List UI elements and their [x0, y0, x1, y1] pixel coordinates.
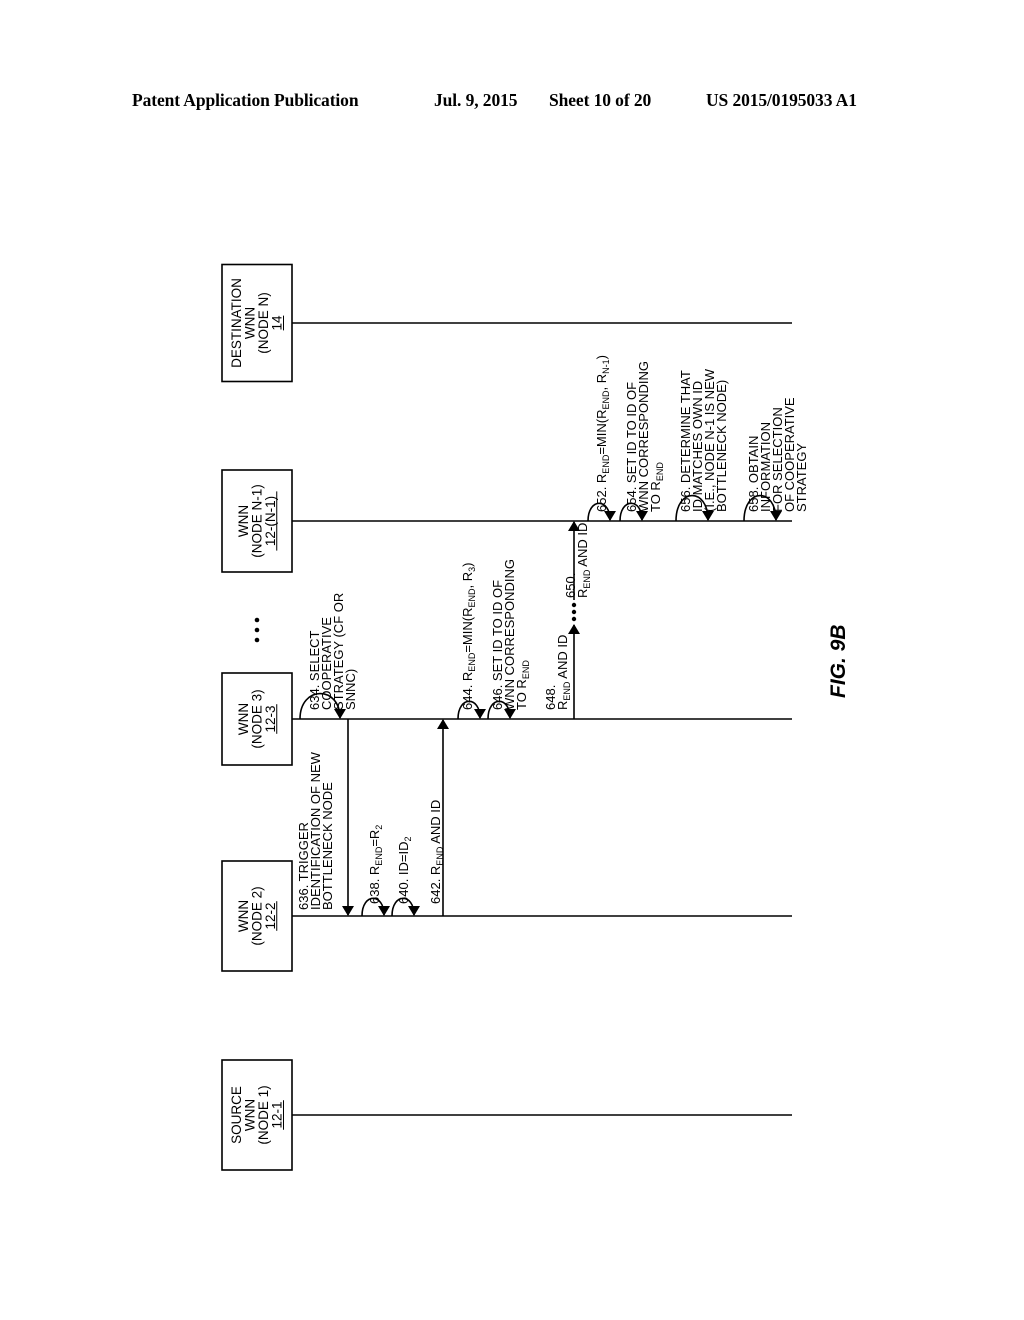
ellipsis-dot	[571, 609, 577, 615]
node-box-nodeN-1: WNN(NODE N-1)12-(N-1)	[221, 469, 293, 573]
step-label-line: BOTTLENECK NODE	[320, 782, 335, 910]
step-label: 634. SELECTCOOPERATIVESTRATEGY (CF ORSNN…	[307, 593, 358, 710]
step-label-line: 652. REND​=MIN(REND​, RN-1​)	[594, 355, 611, 512]
step-650: 650.REND​ AND ID	[563, 521, 592, 600]
step-label-line: 642. REND​ AND ID	[428, 800, 445, 904]
step-642: 642. REND​ AND ID	[428, 719, 449, 916]
step-634: 634. SELECTCOOPERATIVESTRATEGY (CF ORSNN…	[299, 593, 358, 720]
step-label-line: 640. ID=ID2​	[396, 836, 413, 904]
node-ellipsis-dot	[254, 637, 260, 643]
step-label: 648.REND​ AND ID	[543, 635, 572, 710]
step-648: 648.REND​ AND ID	[543, 624, 580, 719]
step-640: 640. ID=ID2​	[391, 836, 420, 917]
step-label-line: STRATEGY	[794, 443, 809, 512]
node-ref-number: 12-2	[263, 902, 278, 929]
node-ellipsis-dot	[254, 627, 260, 633]
step-label-line: SNNC)	[343, 669, 358, 710]
ellipsis-dot	[571, 616, 577, 622]
step-644: 644. REND​=MIN(REND​, R3​)	[457, 563, 486, 720]
step-label: 640. ID=ID2​	[396, 836, 413, 904]
node-ref-number: 14	[270, 315, 285, 331]
node-box-node2: WNN(NODE 2)12-2	[221, 860, 293, 972]
step-label: 644. REND​=MIN(REND​, R3​)	[460, 563, 477, 710]
step-label-line: BOTTLENECK NODE)	[714, 380, 729, 512]
steps: 634. SELECTCOOPERATIVESTRATEGY (CF ORSNN…	[296, 355, 809, 917]
step-636: 636. TRIGGERIDENTIFICATION OF NEWBOTTLEN…	[296, 719, 354, 916]
step-638: 638. REND​=R2​	[361, 825, 390, 917]
step-654: 654. SET ID TO ID OFWNN CORRESPONDINGTO …	[619, 361, 665, 522]
step-label: 650.REND​ AND ID	[563, 523, 592, 598]
step-label-line: 644. REND​=MIN(REND​, R3​)	[460, 563, 477, 710]
step-label: 658. OBTAININFORMATIONFOR SELECTIONOF CO…	[746, 397, 809, 512]
step-label-line: 638. REND​=R2​	[367, 825, 384, 904]
figure-label: FIG. 9B	[827, 624, 850, 698]
node-boxes: SOURCEWNN(NODE 1)12-1 WNN(NODE 2)12-2 WNN(…	[221, 263, 293, 1171]
node-ref-number: 12-3	[263, 705, 278, 732]
node-box-destination: DESTINATIONWNN(NODE N)14	[221, 263, 293, 383]
step-label: 656. DETERMINE THATID MATCHES OWN ID(I.E…	[678, 368, 729, 512]
node-ref-number: 12-1	[270, 1101, 285, 1128]
step-646: 646. SET ID TO ID OFWNN CORRESPONDINGTO …	[487, 559, 531, 720]
step-652: 652. REND​=MIN(REND​, RN-1​)	[587, 355, 616, 522]
step-label: 642. REND​ AND ID	[428, 800, 445, 904]
node-ref-number: 12-(N-1)	[263, 496, 278, 546]
step-656: 656. DETERMINE THATID MATCHES OWN ID(I.E…	[675, 368, 729, 522]
step-label: 636. TRIGGERIDENTIFICATION OF NEWBOTTLEN…	[296, 751, 335, 910]
step-label: 654. SET ID TO ID OFWNN CORRESPONDINGTO …	[624, 361, 665, 512]
step-label: 646. SET ID TO ID OFWNN CORRESPONDINGTO …	[490, 559, 531, 710]
node-ellipsis-dot	[254, 617, 260, 623]
node-box-source: SOURCEWNN(NODE 1)12-1	[221, 1059, 293, 1171]
step-label: 638. REND​=R2​	[367, 825, 384, 904]
step-label: 652. REND​=MIN(REND​, RN-1​)	[594, 355, 611, 512]
step-658: 658. OBTAININFORMATIONFOR SELECTIONOF CO…	[743, 397, 809, 522]
sequence-diagram: SOURCEWNN(NODE 1)12-1 WNN(NODE 2)12-2 WNN(…	[221, 263, 850, 1171]
ellipsis-dot	[571, 602, 577, 608]
node-box-node3: WNN(NODE 3)12-3	[221, 672, 293, 766]
